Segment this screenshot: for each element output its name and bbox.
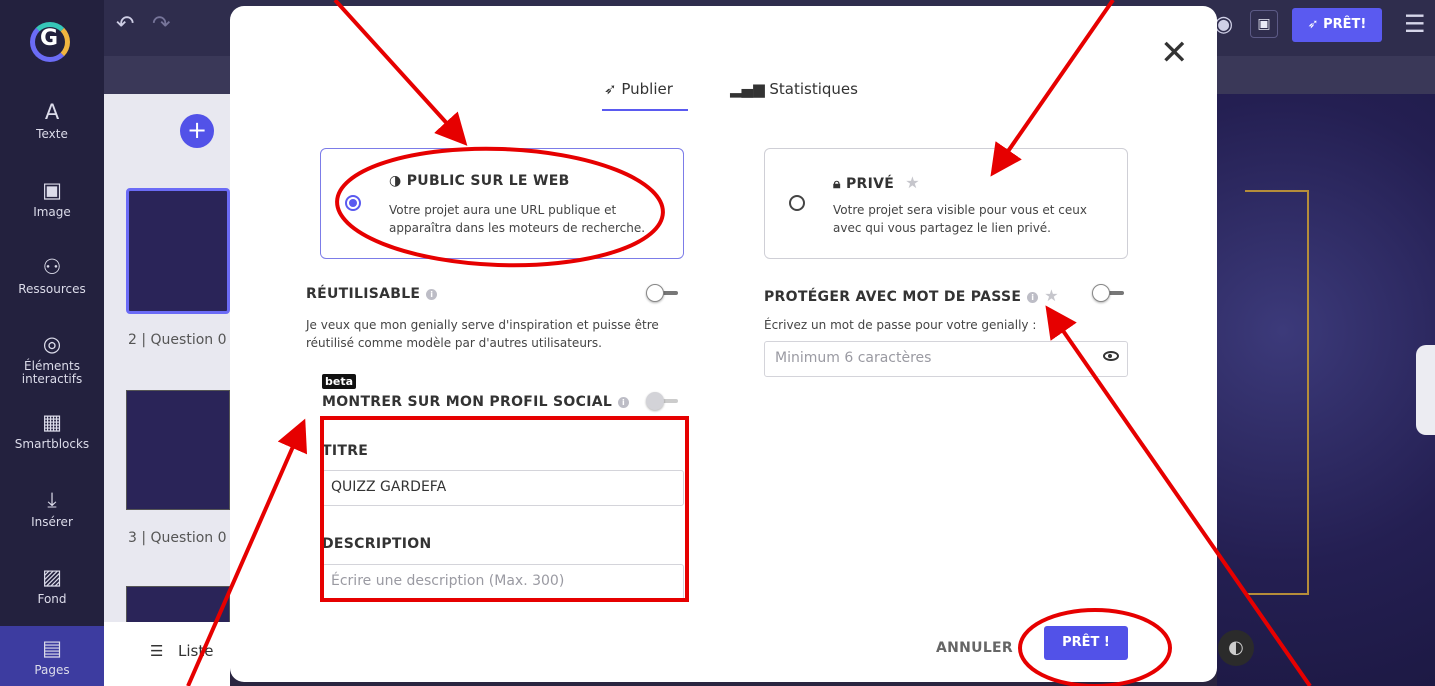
sidebar-item-label: Smartblocks bbox=[14, 437, 90, 451]
sidebar-item-inserer[interactable]: ⤓ Insérer bbox=[0, 488, 104, 529]
resources-icon: ⚇ bbox=[42, 255, 62, 279]
premium-star-icon: ★ bbox=[905, 173, 920, 192]
left-sidebar: A Texte ▣ Image ⚇ Ressources ◎ Éléments … bbox=[0, 0, 104, 686]
password-description: Écrivez un mot de passe pour votre genia… bbox=[764, 318, 1037, 332]
private-title: 🔒︎ PRIVÉ ★ bbox=[833, 173, 920, 192]
list-view-toggle[interactable]: ☰ Liste bbox=[104, 622, 230, 686]
cancel-button[interactable]: ANNULER bbox=[936, 640, 1013, 656]
close-icon[interactable]: ✕ bbox=[1160, 36, 1189, 70]
image-icon: ▣ bbox=[42, 178, 62, 202]
password-toggle[interactable] bbox=[1092, 284, 1126, 302]
title-input[interactable]: QUIZZ GARDEFA bbox=[322, 470, 684, 506]
lock-icon: 🔒︎ bbox=[833, 176, 841, 192]
genially-logo bbox=[30, 22, 70, 62]
sidebar-item-pages[interactable]: ▤ Pages bbox=[0, 626, 104, 686]
background-icon: ▨ bbox=[42, 565, 62, 589]
text-icon: A bbox=[44, 100, 60, 124]
palette-icon[interactable]: ◐ bbox=[1218, 630, 1254, 666]
menu-icon[interactable]: ☰ bbox=[1404, 10, 1426, 38]
sidebar-item-interactive[interactable]: ◎ Éléments interactifs bbox=[0, 332, 104, 386]
info-icon[interactable]: i bbox=[426, 289, 438, 300]
pages-icon: ▤ bbox=[42, 636, 62, 660]
tab-label: Statistiques bbox=[769, 80, 858, 98]
pages-panel: + 2 | Question 0 3 | Question 0 bbox=[104, 94, 230, 686]
download-icon[interactable]: ▣ bbox=[1250, 10, 1278, 38]
info-icon[interactable]: i bbox=[618, 397, 630, 408]
rocket-icon: ➶ bbox=[1307, 17, 1319, 32]
eye-icon[interactable] bbox=[1103, 351, 1119, 361]
publish-modal: ✕ ➶ Publier ▂▄▆ Statistiques ◑ PUBLIC SU… bbox=[230, 6, 1217, 682]
add-page-button[interactable]: + bbox=[180, 114, 214, 148]
globe-icon: ◑ bbox=[389, 173, 402, 189]
active-tab-indicator bbox=[602, 109, 688, 111]
reusable-title: RÉUTILISABLE i bbox=[306, 286, 438, 302]
interactive-icon: ◎ bbox=[42, 332, 62, 356]
ornamental-frame bbox=[1245, 190, 1309, 595]
sidebar-item-label: Éléments interactifs bbox=[21, 359, 83, 386]
side-panel-handle[interactable] bbox=[1416, 345, 1435, 435]
tab-publier[interactable]: ➶ Publier bbox=[604, 80, 673, 98]
reusable-toggle[interactable] bbox=[646, 284, 680, 302]
insert-icon: ⤓ bbox=[47, 488, 57, 512]
sidebar-item-image[interactable]: ▣ Image bbox=[0, 178, 104, 219]
public-option-card[interactable]: ◑ PUBLIC SUR LE WEB Votre projet aura un… bbox=[320, 148, 684, 259]
private-option-card[interactable]: 🔒︎ PRIVÉ ★ Votre projet sera visible pou… bbox=[764, 148, 1128, 259]
public-radio[interactable] bbox=[345, 195, 361, 211]
page-thumbnail[interactable] bbox=[126, 188, 230, 314]
description-label: DESCRIPTION bbox=[322, 536, 432, 552]
top-ready-button[interactable]: ➶ PRÊT! bbox=[1292, 8, 1382, 42]
page-thumbnail[interactable] bbox=[126, 586, 230, 626]
rocket-icon: ➶ bbox=[604, 80, 617, 98]
sidebar-item-label: Ressources bbox=[18, 282, 86, 296]
password-title: PROTÉGER AVEC MOT DE PASSE i ★ bbox=[764, 286, 1059, 305]
sidebar-item-fond[interactable]: ▨ Fond bbox=[0, 565, 104, 606]
reusable-description: Je veux que mon genially serve d'inspira… bbox=[306, 318, 659, 350]
ready-button[interactable]: PRÊT ! bbox=[1044, 626, 1128, 660]
info-icon[interactable]: i bbox=[1027, 292, 1039, 303]
top-ready-label: PRÊT! bbox=[1323, 17, 1367, 32]
smartblocks-icon: ▦ bbox=[42, 410, 62, 434]
sidebar-item-texte[interactable]: A Texte bbox=[0, 100, 104, 141]
password-input[interactable]: Minimum 6 caractères bbox=[764, 341, 1128, 377]
page-thumbnail[interactable] bbox=[126, 390, 230, 510]
social-title: MONTRER SUR MON PROFIL SOCIAL i bbox=[322, 394, 630, 410]
description-input[interactable]: Écrire une description (Max. 300) bbox=[322, 564, 684, 600]
public-title: ◑ PUBLIC SUR LE WEB bbox=[389, 173, 570, 189]
sidebar-item-ressources[interactable]: ⚇ Ressources bbox=[0, 255, 104, 296]
beta-badge: beta bbox=[322, 374, 357, 389]
social-toggle[interactable] bbox=[646, 392, 680, 410]
premium-star-icon: ★ bbox=[1044, 286, 1059, 305]
redo-icon[interactable]: ↷ bbox=[152, 12, 170, 37]
page-label: 3 | Question 0 bbox=[128, 530, 227, 546]
private-radio[interactable] bbox=[789, 195, 805, 211]
private-description: Votre projet sera visible pour vous et c… bbox=[833, 203, 1087, 235]
tab-statistiques[interactable]: ▂▄▆ Statistiques bbox=[730, 80, 858, 98]
sidebar-item-label: Insérer bbox=[31, 515, 73, 529]
title-label: TITRE bbox=[322, 443, 369, 459]
list-icon: ☰ bbox=[150, 642, 164, 660]
sidebar-item-smartblocks[interactable]: ▦ Smartblocks bbox=[0, 410, 104, 451]
list-label: Liste bbox=[178, 642, 214, 660]
sidebar-item-label: Pages bbox=[34, 663, 70, 677]
sidebar-item-label: Fond bbox=[37, 592, 67, 606]
bar-chart-icon: ▂▄▆ bbox=[730, 80, 765, 98]
undo-icon[interactable]: ↶ bbox=[116, 12, 134, 37]
sidebar-item-label: Texte bbox=[36, 127, 68, 141]
page-label: 2 | Question 0 bbox=[128, 332, 227, 348]
public-description: Votre projet aura une URL publique et ap… bbox=[389, 203, 646, 235]
tab-label: Publier bbox=[621, 80, 673, 98]
sidebar-item-label: Image bbox=[33, 205, 71, 219]
